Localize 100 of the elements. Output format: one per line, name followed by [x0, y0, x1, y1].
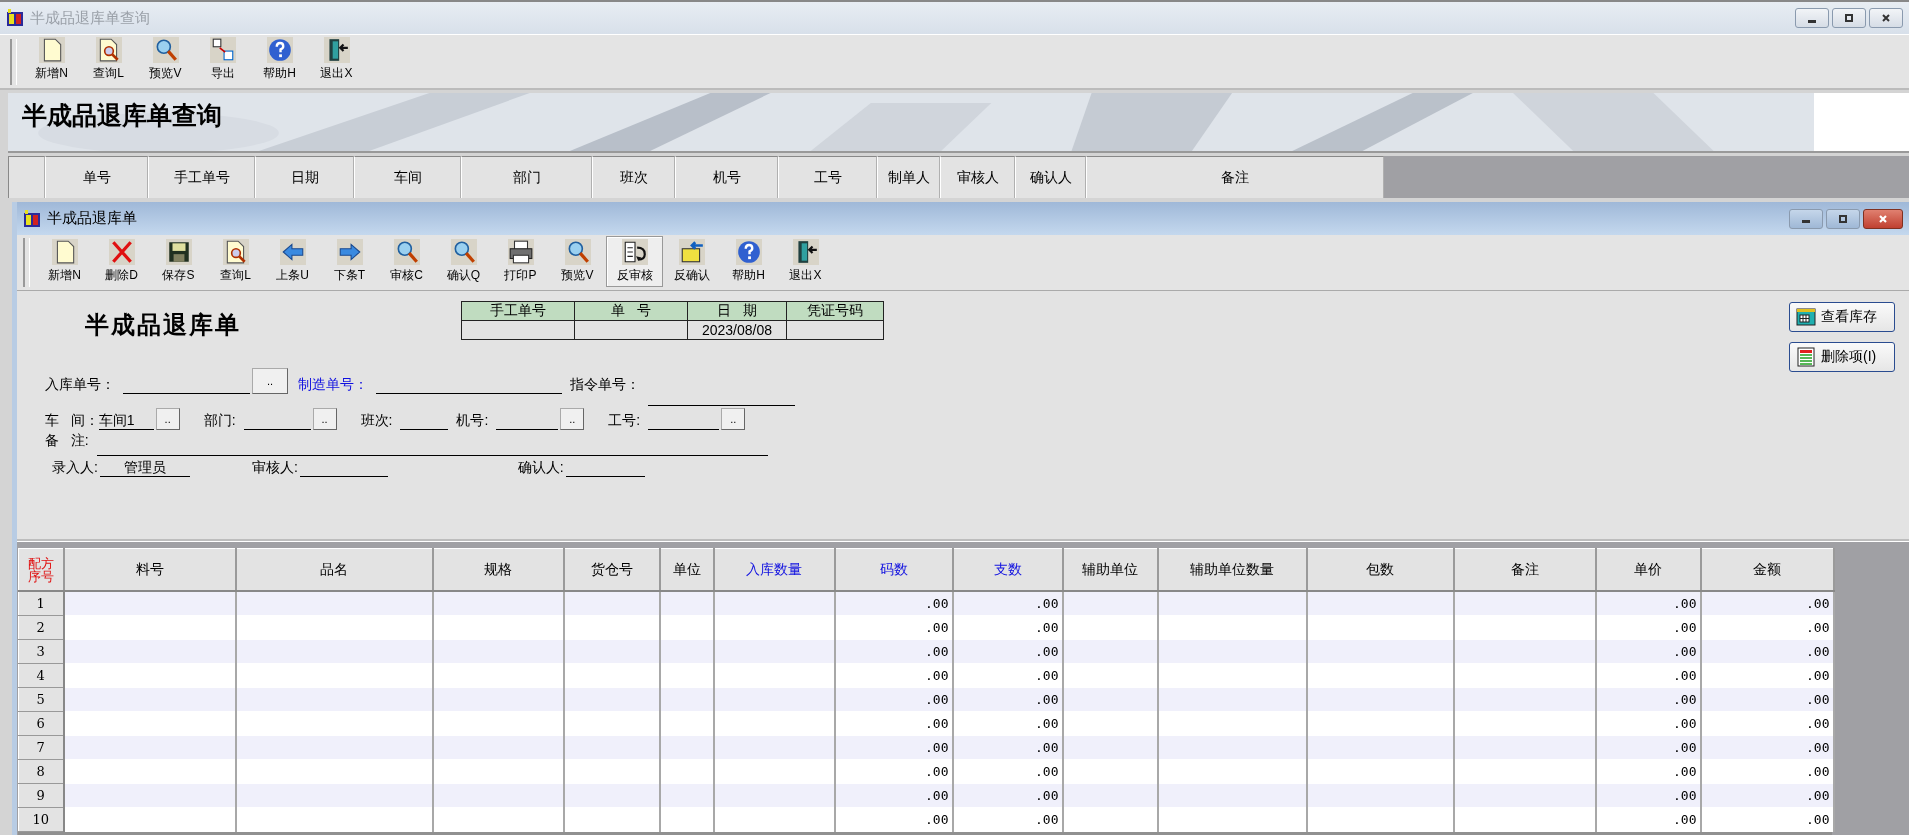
table-cell[interactable] — [563, 687, 660, 712]
toolbar-grip[interactable] — [10, 39, 17, 85]
table-cell[interactable] — [1306, 711, 1454, 736]
field-link[interactable]: 制造单号： — [298, 376, 368, 394]
table-cell[interactable] — [432, 663, 564, 688]
table-cell[interactable]: .00 — [952, 759, 1063, 784]
table-cell[interactable] — [1453, 807, 1596, 832]
table-cell[interactable] — [713, 807, 835, 832]
table-cell[interactable] — [432, 759, 564, 784]
table-cell[interactable] — [1453, 591, 1596, 616]
table-cell[interactable] — [1157, 663, 1307, 688]
table-cell[interactable] — [432, 639, 564, 664]
table-cell[interactable] — [1062, 783, 1158, 808]
table-cell[interactable]: .00 — [1595, 639, 1701, 664]
table-cell[interactable] — [713, 711, 835, 736]
table-cell[interactable]: .00 — [952, 807, 1063, 832]
table-cell[interactable]: .00 — [1595, 759, 1701, 784]
table-cell[interactable] — [63, 591, 236, 616]
toolbar-button[interactable]: 退出X — [308, 34, 365, 85]
table-cell[interactable]: .00 — [1595, 687, 1701, 712]
table-cell[interactable] — [1157, 735, 1307, 760]
table-cell[interactable] — [235, 615, 433, 640]
side-button[interactable]: 删除项(I) — [1789, 342, 1895, 372]
table-cell[interactable]: .00 — [952, 663, 1063, 688]
table-cell[interactable] — [1453, 687, 1596, 712]
table-cell[interactable] — [1062, 735, 1158, 760]
table-cell[interactable] — [432, 807, 564, 832]
maximize-button[interactable] — [1826, 208, 1860, 229]
table-cell[interactable] — [563, 663, 660, 688]
table-cell[interactable] — [1453, 711, 1596, 736]
toolbar-grip[interactable] — [23, 238, 30, 287]
table-cell[interactable] — [432, 591, 564, 616]
table-cell[interactable] — [1062, 687, 1158, 712]
table-cell[interactable]: .00 — [1595, 663, 1701, 688]
table-cell[interactable] — [235, 663, 433, 688]
table-cell[interactable]: .00 — [1700, 687, 1834, 712]
table-cell[interactable] — [1157, 807, 1307, 832]
toolbar-button[interactable]: 确认Q — [435, 236, 492, 287]
table-cell[interactable]: .00 — [834, 639, 953, 664]
input-field[interactable]: 管理员 — [99, 458, 190, 477]
table-cell[interactable] — [432, 783, 564, 808]
table-cell[interactable] — [713, 783, 835, 808]
table-cell[interactable] — [235, 711, 433, 736]
table-cell[interactable] — [235, 807, 433, 832]
table-cell[interactable]: .00 — [1700, 663, 1834, 688]
table-cell[interactable]: .00 — [1595, 783, 1701, 808]
table-cell[interactable] — [63, 711, 236, 736]
table-cell[interactable]: .00 — [834, 759, 953, 784]
browse-button[interactable]: .. — [155, 408, 180, 430]
table-cell[interactable] — [713, 687, 835, 712]
table-cell[interactable] — [63, 639, 236, 664]
table-cell[interactable] — [1453, 639, 1596, 664]
table-cell[interactable]: .00 — [1700, 639, 1834, 664]
table-cell[interactable]: .00 — [834, 735, 953, 760]
table-cell[interactable]: .00 — [952, 591, 1063, 616]
table-cell[interactable] — [1157, 711, 1307, 736]
table-cell[interactable]: .00 — [952, 615, 1063, 640]
table-cell[interactable]: .00 — [952, 735, 1063, 760]
table-cell[interactable] — [1306, 735, 1454, 760]
table-cell[interactable] — [563, 591, 660, 616]
table-cell[interactable]: .00 — [1595, 591, 1701, 616]
toolbar-button[interactable]: 新增N — [23, 34, 80, 85]
toolbar-button[interactable]: 新增N — [36, 236, 93, 287]
table-cell[interactable] — [1453, 615, 1596, 640]
table-cell[interactable] — [563, 711, 660, 736]
table-cell[interactable] — [713, 663, 835, 688]
table-cell[interactable] — [1062, 711, 1158, 736]
table-cell[interactable] — [1306, 639, 1454, 664]
table-cell[interactable] — [1306, 663, 1454, 688]
table-cell[interactable]: .00 — [834, 687, 953, 712]
table-cell[interactable]: .00 — [952, 639, 1063, 664]
table-cell[interactable] — [1062, 663, 1158, 688]
table-cell[interactable] — [63, 783, 236, 808]
table-cell[interactable]: .00 — [1595, 807, 1701, 832]
table-cell[interactable] — [1453, 783, 1596, 808]
table-cell[interactable]: .00 — [1700, 591, 1834, 616]
toolbar-button[interactable]: 帮助H — [251, 34, 308, 85]
table-cell[interactable] — [1306, 807, 1454, 832]
table-cell[interactable]: .00 — [834, 591, 953, 616]
side-button[interactable]: 查看库存 — [1789, 302, 1895, 332]
toolbar-button[interactable]: 预览V — [137, 34, 194, 85]
table-cell[interactable] — [63, 615, 236, 640]
browse-button[interactable]: .. — [312, 408, 337, 430]
table-cell[interactable] — [1062, 759, 1158, 784]
table-cell[interactable] — [432, 615, 564, 640]
table-cell[interactable] — [1157, 639, 1307, 664]
table-cell[interactable] — [713, 591, 835, 616]
table-cell[interactable] — [235, 591, 433, 616]
table-cell[interactable]: .00 — [1595, 711, 1701, 736]
table-cell[interactable] — [235, 759, 433, 784]
table-cell[interactable]: .00 — [1700, 711, 1834, 736]
table-cell[interactable]: .00 — [1700, 783, 1834, 808]
table-cell[interactable] — [1157, 759, 1307, 784]
table-cell[interactable] — [1157, 783, 1307, 808]
table-cell[interactable] — [63, 807, 236, 832]
table-cell[interactable] — [1062, 807, 1158, 832]
table-cell[interactable] — [1453, 735, 1596, 760]
table-cell[interactable] — [432, 735, 564, 760]
toolbar-button[interactable]: 反确认 — [663, 236, 720, 287]
table-cell[interactable] — [1062, 615, 1158, 640]
